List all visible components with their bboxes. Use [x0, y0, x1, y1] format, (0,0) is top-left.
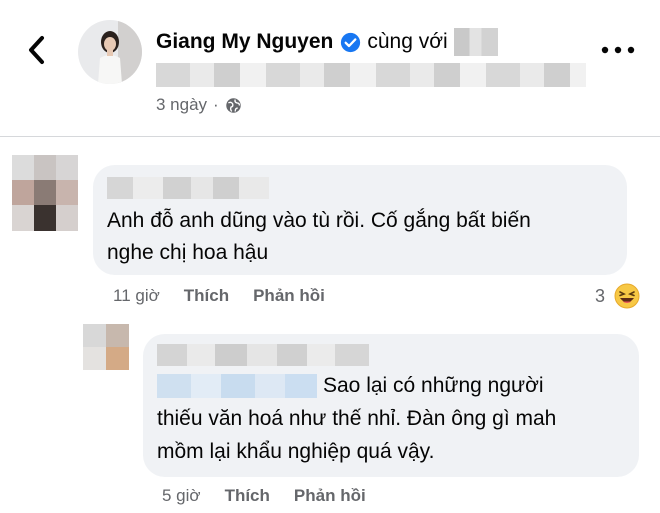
more-options-icon	[601, 46, 635, 54]
reply-commenter-avatar-blurred[interactable]	[83, 324, 129, 370]
reply-text-line: mồm lại khẩu nghiệp quá vậy.	[157, 440, 435, 463]
laughing-emoji-icon[interactable]	[614, 283, 640, 309]
tagged-user-blurred	[453, 28, 498, 56]
commenter-avatar-blurred[interactable]	[12, 155, 78, 231]
reply-actions: 5 giờ Thích Phản hồi	[162, 486, 390, 506]
reply-text-line: thiếu văn hoá như thế nhỉ. Đàn ông gì ma…	[157, 407, 557, 430]
comment-text-line: Anh đỗ anh dũng vào tù rồi. Cố gắng bất …	[107, 209, 531, 232]
reply-author-blurred[interactable]	[157, 344, 369, 366]
meta-separator: ·	[213, 95, 219, 114]
reply-bubble: Sao lại có những người thiếu văn hoá như…	[143, 334, 639, 477]
poster-name[interactable]: Giang My Nguyen	[156, 30, 333, 54]
with-text: cùng với	[367, 30, 448, 53]
reaction-count[interactable]: 3	[595, 286, 605, 307]
post-time[interactable]: 3 ngày	[156, 95, 207, 115]
like-button[interactable]: Thích	[184, 286, 229, 306]
mentioned-user-blurred[interactable]	[157, 374, 317, 398]
poster-name-line: Giang My Nguyen cùng với	[156, 24, 498, 60]
comment-text-line: nghe chị hoa hậu	[107, 241, 269, 264]
globe-icon	[225, 97, 241, 113]
reply-like-button[interactable]: Thích	[225, 486, 270, 506]
caption-blurred	[156, 63, 586, 87]
reply-reply-button[interactable]: Phản hồi	[294, 486, 366, 506]
comment-actions: 11 giờ Thích Phản hồi	[113, 286, 349, 306]
poster-avatar[interactable]	[78, 20, 142, 84]
comment-time[interactable]: 11 giờ	[113, 286, 160, 306]
back-button[interactable]	[22, 30, 52, 70]
post-meta: 3 ngày ·	[156, 94, 242, 116]
header-divider	[0, 136, 660, 137]
post-header: Giang My Nguyen cùng với 3 ngày ·	[0, 0, 660, 138]
back-arrow-icon	[29, 36, 44, 64]
reply-button[interactable]: Phản hồi	[253, 286, 325, 306]
more-options-button[interactable]	[598, 42, 638, 58]
comment-author-blurred[interactable]	[107, 177, 269, 199]
reply-time[interactable]: 5 giờ	[162, 486, 201, 506]
verified-badge-icon	[341, 32, 361, 52]
reply-text-line: Sao lại có những người	[323, 374, 544, 397]
comment-bubble: Anh đỗ anh dũng vào tù rồi. Cố gắng bất …	[93, 165, 627, 275]
